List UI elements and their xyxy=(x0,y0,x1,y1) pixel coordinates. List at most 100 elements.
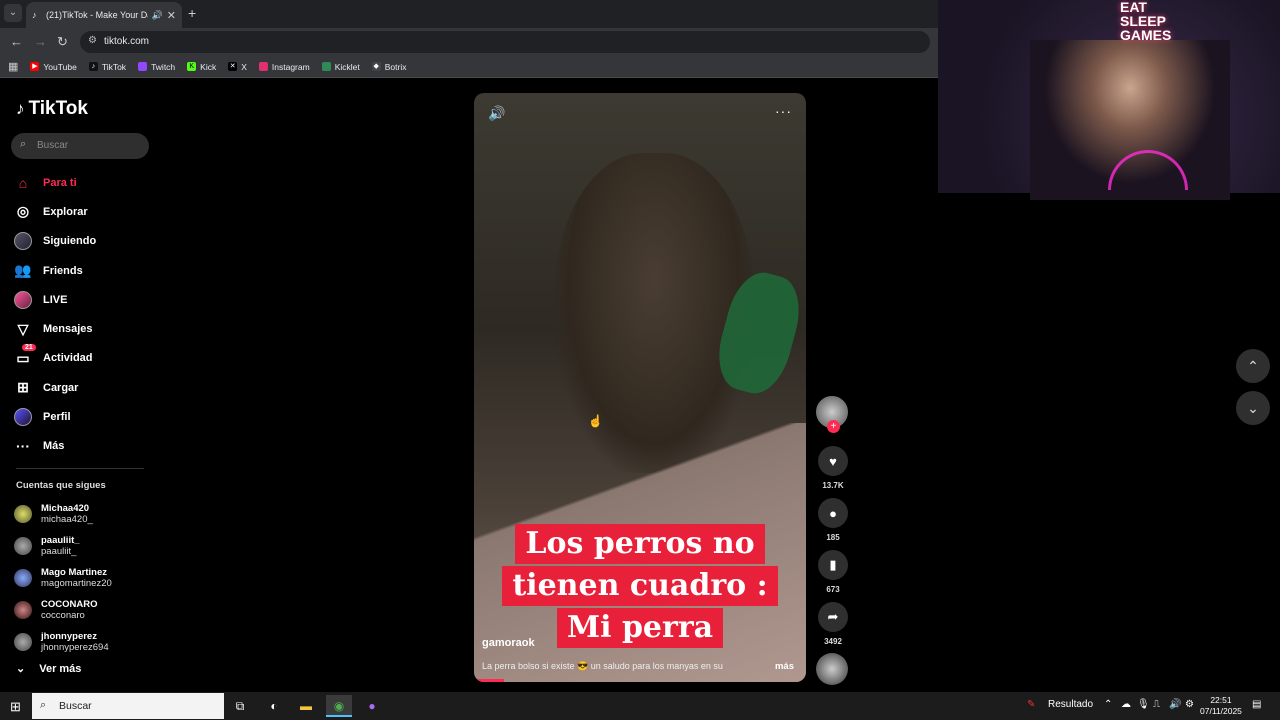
following-item[interactable]: Michaa420 michaa420_ xyxy=(14,498,154,530)
chevron-down-icon[interactable]: ⌄ xyxy=(1236,391,1270,425)
settings-icon[interactable]: ⚙ xyxy=(1185,699,1194,710)
file-explorer-icon[interactable]: ▬ xyxy=(293,695,319,717)
messages-icon: ▽ xyxy=(17,320,29,337)
creator-avatar[interactable]: + xyxy=(816,396,848,433)
menu-item-para-ti[interactable]: ⌂ Para ti xyxy=(14,168,154,197)
youtube-icon: ▶ xyxy=(30,62,40,71)
caption-line: Mi perra xyxy=(556,608,724,648)
kicklet-icon xyxy=(321,62,331,71)
tab-search-icon[interactable]: ⌄ xyxy=(4,4,22,22)
x-icon: ✕ xyxy=(228,62,238,71)
upload-icon: ⊞ xyxy=(17,379,29,396)
bookmark-tiktok[interactable]: ♪ TikTok xyxy=(88,62,126,72)
taskbar-search-input[interactable]: ⌕ Buscar xyxy=(32,693,224,719)
following-item[interactable]: jhonnyperez jhonnyperez694 xyxy=(14,626,154,658)
bookmark-botrix[interactable]: ◆ Botrix xyxy=(371,62,406,72)
avatar xyxy=(14,601,32,619)
following-section-title: Cuentas que sigues xyxy=(16,480,106,491)
menu-item-perfil[interactable]: Perfil xyxy=(14,402,154,431)
menu-item-friends[interactable]: 👥 Friends xyxy=(14,256,154,285)
main-menu: ⌂ Para ti ◎ Explorar Siguiendo 👥 Friends LI… xyxy=(14,168,154,461)
volume-icon[interactable]: 🔊 xyxy=(488,105,505,122)
save-button[interactable]: ▮ 673 xyxy=(817,550,849,594)
compass-icon: ◎ xyxy=(16,203,30,220)
apps-grid-icon[interactable]: ▦ xyxy=(8,60,18,73)
url-field[interactable]: ⚙ tiktok.com xyxy=(80,31,930,53)
menu-item-explorar[interactable]: ◎ Explorar xyxy=(14,197,154,226)
site-info-icon[interactable]: ⚙ xyxy=(88,35,97,46)
network-icon[interactable]: ⎍ xyxy=(1153,699,1160,710)
share-icon: ➦ xyxy=(818,602,848,632)
see-more-button[interactable]: ⌄ Ver más xyxy=(16,662,81,676)
bookmark-instagram[interactable]: Instagram xyxy=(258,62,310,72)
bookmark-kicklet[interactable]: Kicklet xyxy=(321,62,360,72)
more-options-icon[interactable]: ··· xyxy=(775,103,792,119)
speaker-icon[interactable]: 🔊 xyxy=(152,10,163,21)
chevron-up-icon[interactable]: ⌃ xyxy=(1236,349,1270,383)
sidebar: ♪ TikTok ⌕ Buscar ⌂ Para ti ◎ Explorar Sig… xyxy=(0,80,160,692)
video-caption-overlay: Los perros no tienen cuadro : Mi perra xyxy=(474,523,806,649)
share-count: 3492 xyxy=(824,637,842,646)
avatar xyxy=(14,537,32,555)
bookmark-twitch[interactable]: Twitch xyxy=(138,62,175,72)
video-author[interactable]: gamoraok xyxy=(482,637,535,649)
comment-count: 185 xyxy=(826,533,840,542)
microphone-icon[interactable]: 🎙 xyxy=(1137,699,1150,710)
profile-icon xyxy=(14,408,32,427)
follow-plus-icon[interactable]: + xyxy=(827,420,840,433)
search-icon: ⌕ xyxy=(40,699,47,711)
caption-line: tienen cuadro : xyxy=(502,566,778,606)
discord-icon[interactable]: ● xyxy=(359,695,385,717)
chrome-icon[interactable]: ◉ xyxy=(326,695,352,717)
more-text-button[interactable]: más xyxy=(775,661,794,672)
app-icon[interactable]: ◐ xyxy=(261,695,287,717)
save-count: 673 xyxy=(826,585,840,594)
volume-icon[interactable]: 🔊 xyxy=(1169,699,1181,710)
tab-close-icon[interactable]: ✕ xyxy=(167,9,176,22)
progress-bar[interactable] xyxy=(474,679,504,682)
cloud-icon[interactable]: ☁ xyxy=(1121,699,1131,710)
windows-taskbar: ⊞ ⌕ Buscar ⧉ ◐ ▬ ◉ ● ✎ Resultado ⌃ ☁ 🎙 ⎍ … xyxy=(0,692,1280,720)
notifications-icon[interactable]: ▤ xyxy=(1252,699,1261,710)
bookmark-kick[interactable]: K Kick xyxy=(187,62,216,72)
new-tab-button[interactable]: + xyxy=(188,5,196,21)
following-avatar-icon xyxy=(14,232,32,251)
friends-icon: 👥 xyxy=(14,262,32,279)
bookmark-icon: ▮ xyxy=(818,550,848,580)
comment-button[interactable]: ● 185 xyxy=(817,498,849,542)
following-item[interactable]: COCONARO cocconaro xyxy=(14,594,154,626)
browser-tab[interactable]: ♪ (21)TikTok - Make Your Day 🔊 ✕ xyxy=(26,2,182,28)
back-icon[interactable]: ← xyxy=(10,34,23,49)
tiktok-logo[interactable]: ♪ TikTok xyxy=(16,98,88,120)
menu-item-cargar[interactable]: ⊞ Cargar xyxy=(14,373,154,402)
menu-item-mensajes[interactable]: ▽ Mensajes xyxy=(14,314,154,343)
menu-item-actividad[interactable]: ▭ 21 Actividad xyxy=(14,344,154,373)
like-button[interactable]: ♥ 13.7K xyxy=(817,446,849,490)
following-item[interactable]: Mago Martinez magomartinez20 xyxy=(14,562,154,594)
bookmark-youtube[interactable]: ▶ YouTube xyxy=(30,62,77,72)
chevron-up-icon[interactable]: ⌃ xyxy=(1104,699,1112,710)
music-disc-icon[interactable] xyxy=(816,653,848,685)
following-list: Michaa420 michaa420_ paauliit_ paauliit_ M… xyxy=(14,498,154,658)
menu-item-siguiendo[interactable]: Siguiendo xyxy=(14,227,154,256)
instagram-icon xyxy=(258,62,268,71)
system-clock[interactable]: 22:51 07/11/2025 xyxy=(1200,695,1242,717)
forward-icon[interactable]: → xyxy=(34,34,47,49)
kick-icon: K xyxy=(187,62,197,71)
windows-start-icon[interactable]: ⊞ xyxy=(10,699,21,715)
video-player[interactable]: 🔊 ··· Los perros no tienen cuadro : Mi p… xyxy=(474,93,806,682)
share-button[interactable]: ➦ 3492 xyxy=(817,602,849,646)
reload-icon[interactable]: ↻ xyxy=(57,34,68,50)
menu-item-mas[interactable]: ··· Más xyxy=(14,432,154,461)
more-icon: ··· xyxy=(16,438,30,455)
bookmark-x[interactable]: ✕ X xyxy=(228,62,247,72)
following-item[interactable]: paauliit_ paauliit_ xyxy=(14,530,154,562)
chevron-down-icon: ⌄ xyxy=(16,663,26,675)
menu-item-live[interactable]: LIVE xyxy=(14,285,154,314)
task-view-icon[interactable]: ⧉ xyxy=(227,695,253,717)
search-icon: ⌕ xyxy=(20,138,27,150)
tiktok-favicon-icon: ♪ xyxy=(32,10,37,20)
tray-label[interactable]: Resultado xyxy=(1048,699,1093,710)
result-app-icon[interactable]: ✎ xyxy=(1027,699,1035,710)
search-input[interactable]: ⌕ Buscar xyxy=(11,133,149,159)
